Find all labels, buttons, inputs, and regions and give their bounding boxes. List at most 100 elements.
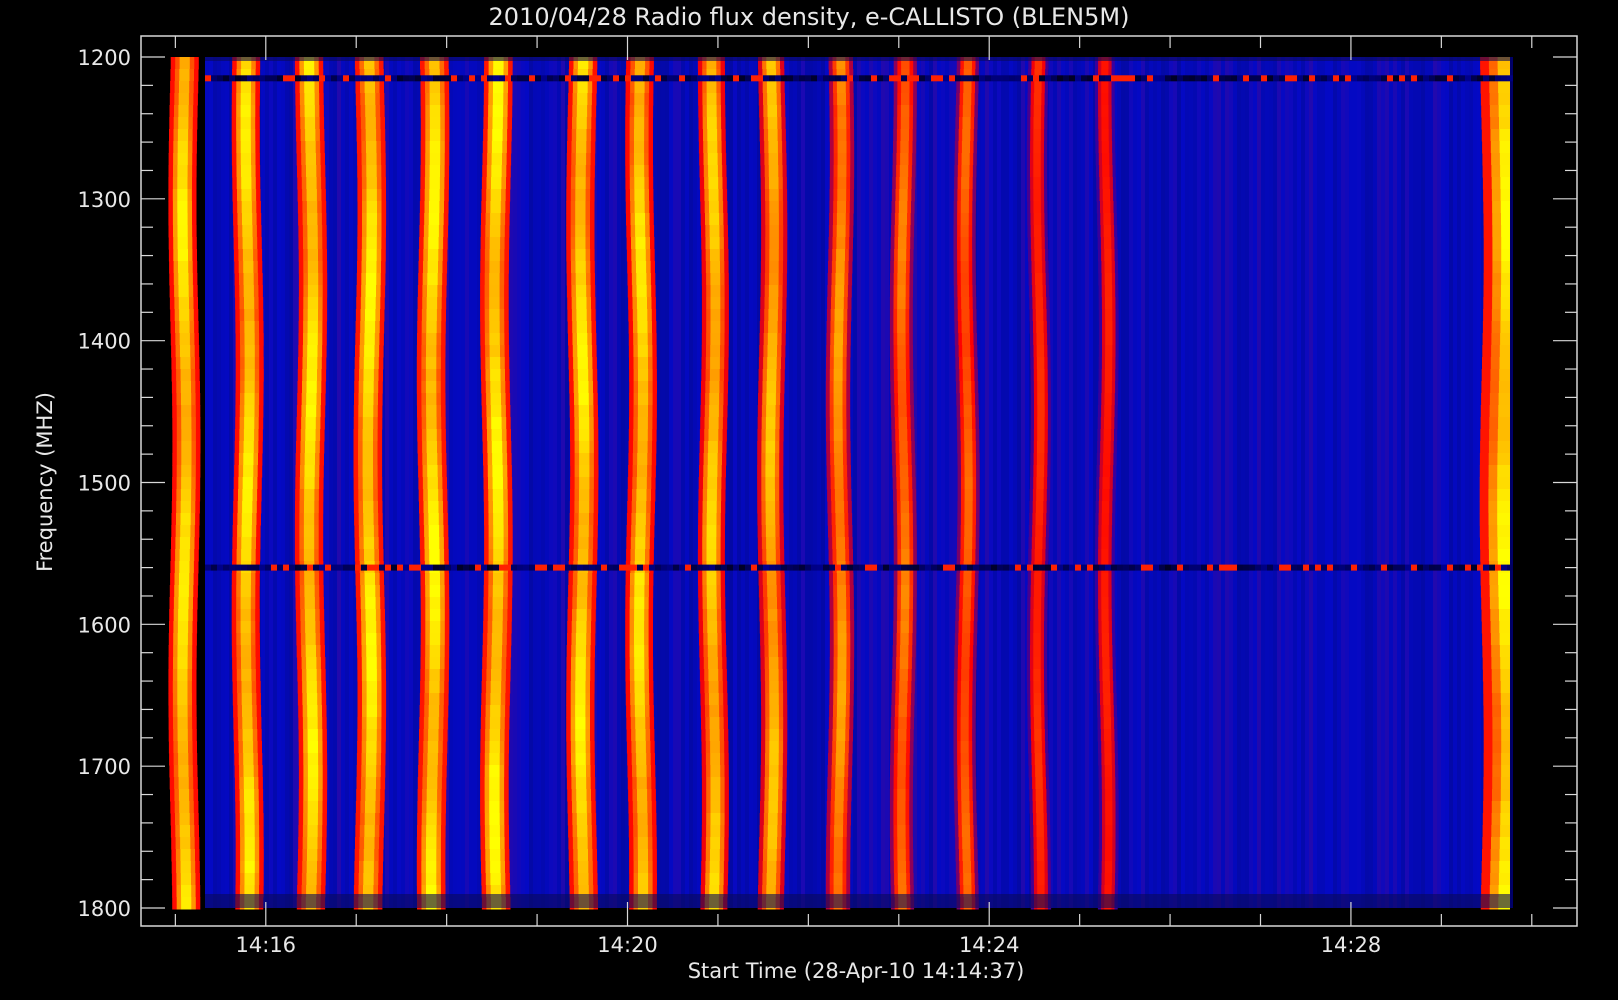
- burst-segment: [706, 549, 717, 562]
- rfi-line-segment: [325, 75, 331, 82]
- burst-segment: [834, 789, 844, 802]
- burst-segment: [707, 153, 718, 166]
- noise-stripe: [1273, 57, 1277, 908]
- burst-segment: [1034, 741, 1042, 754]
- burst-segment: [637, 345, 648, 358]
- burst-segment: [364, 573, 375, 586]
- burst-segment: [961, 309, 970, 322]
- rfi-line-segment: [1147, 564, 1153, 571]
- burst-segment: [492, 477, 503, 490]
- burst-segment: [900, 501, 909, 514]
- burst-segment: [837, 117, 847, 130]
- noise-stripe: [205, 57, 209, 908]
- rfi-line-segment: [1477, 75, 1483, 82]
- noise-stripe: [473, 57, 477, 908]
- chart-title: 2010/04/28 Radio flux density, e-CALLIST…: [489, 3, 1130, 31]
- burst-segment: [307, 789, 319, 802]
- rfi-line-segment: [1237, 564, 1243, 571]
- noise-stripe: [949, 57, 953, 908]
- rfi-line-segment: [775, 75, 781, 82]
- burst-segment: [179, 813, 190, 826]
- burst-segment: [900, 141, 909, 154]
- noise-stripe: [1205, 57, 1209, 908]
- rfi-line-segment: [985, 564, 991, 571]
- noise-stripe: [1137, 57, 1141, 908]
- burst-segment: [240, 105, 251, 118]
- noise-stripe: [1053, 57, 1057, 908]
- rfi-line-segment: [1165, 75, 1171, 82]
- burst-segment: [493, 513, 504, 526]
- burst-segment: [960, 237, 969, 250]
- burst-segment: [833, 441, 843, 454]
- burst-segment: [769, 261, 779, 274]
- rfi-line-segment: [1255, 75, 1261, 82]
- burst-segment: [837, 153, 847, 166]
- rfi-line-segment: [835, 564, 841, 571]
- burst-segment: [634, 645, 645, 658]
- burst-segment: [240, 585, 251, 598]
- burst-segment: [575, 153, 587, 166]
- burst-segment: [241, 513, 252, 526]
- burst-segment: [710, 273, 721, 286]
- burst-segment: [835, 513, 845, 526]
- rfi-line-segment: [337, 564, 343, 571]
- noise-stripe: [1277, 57, 1281, 908]
- burst-segment: [765, 417, 776, 430]
- burst-segment: [490, 189, 502, 202]
- burst-segment: [305, 633, 316, 646]
- rfi-line-segment: [1501, 75, 1507, 82]
- burst-segment: [709, 717, 720, 730]
- burst-segment: [1033, 153, 1041, 166]
- burst-band: [757, 57, 788, 910]
- burst-segment: [768, 165, 779, 178]
- burst-segment: [579, 465, 590, 478]
- burst-segment: [428, 501, 439, 514]
- noise-stripe: [1021, 57, 1025, 908]
- y-tick-label: 1700: [78, 755, 131, 779]
- burst-segment: [767, 849, 777, 862]
- burst-segment: [491, 165, 502, 178]
- burst-segment: [897, 381, 907, 394]
- rfi-line-segment: [469, 75, 475, 82]
- burst-segment: [1036, 801, 1044, 814]
- burst-segment: [708, 177, 719, 190]
- burst-segment: [636, 273, 647, 286]
- rfi-line-segment: [877, 564, 883, 571]
- x-tick-label: 14:24: [959, 933, 1020, 957]
- burst-segment: [634, 621, 645, 634]
- noise-stripe: [409, 57, 413, 908]
- burst-band: [168, 57, 201, 910]
- burst-segment: [179, 561, 190, 574]
- burst-segment: [241, 693, 252, 706]
- noise-stripe: [1089, 57, 1093, 908]
- burst-segment: [836, 705, 846, 718]
- burst-segment: [1036, 345, 1045, 358]
- rfi-line-segment: [511, 564, 517, 571]
- burst-segment: [366, 201, 377, 214]
- rfi-line-segment: [1321, 564, 1327, 571]
- rfi-line-segment: [1231, 75, 1237, 82]
- burst-segment: [836, 213, 846, 226]
- burst-segment: [836, 717, 846, 730]
- burst-segment: [1034, 573, 1042, 586]
- burst-segment: [179, 537, 191, 550]
- burst-segment: [425, 849, 437, 862]
- burst-segment: [243, 285, 254, 298]
- burst-segment: [707, 489, 717, 502]
- rfi-line-segment: [1393, 564, 1399, 571]
- rfi-line-segment: [1465, 564, 1471, 571]
- burst-segment: [1498, 597, 1510, 610]
- noise-stripe: [1177, 57, 1181, 908]
- rfi-line-segment: [1345, 564, 1351, 571]
- rfi-line-segment: [1189, 75, 1195, 82]
- burst-segment: [578, 405, 589, 418]
- burst-segment: [306, 669, 317, 682]
- burst-segment: [768, 633, 778, 646]
- rfi-line-segment: [553, 564, 559, 571]
- rfi-line-segment: [1375, 75, 1381, 82]
- burst-segment: [307, 801, 318, 814]
- rfi-line-segment: [277, 75, 283, 82]
- burst-segment: [1501, 729, 1510, 742]
- burst-segment: [307, 837, 318, 850]
- burst-segment: [1033, 165, 1041, 178]
